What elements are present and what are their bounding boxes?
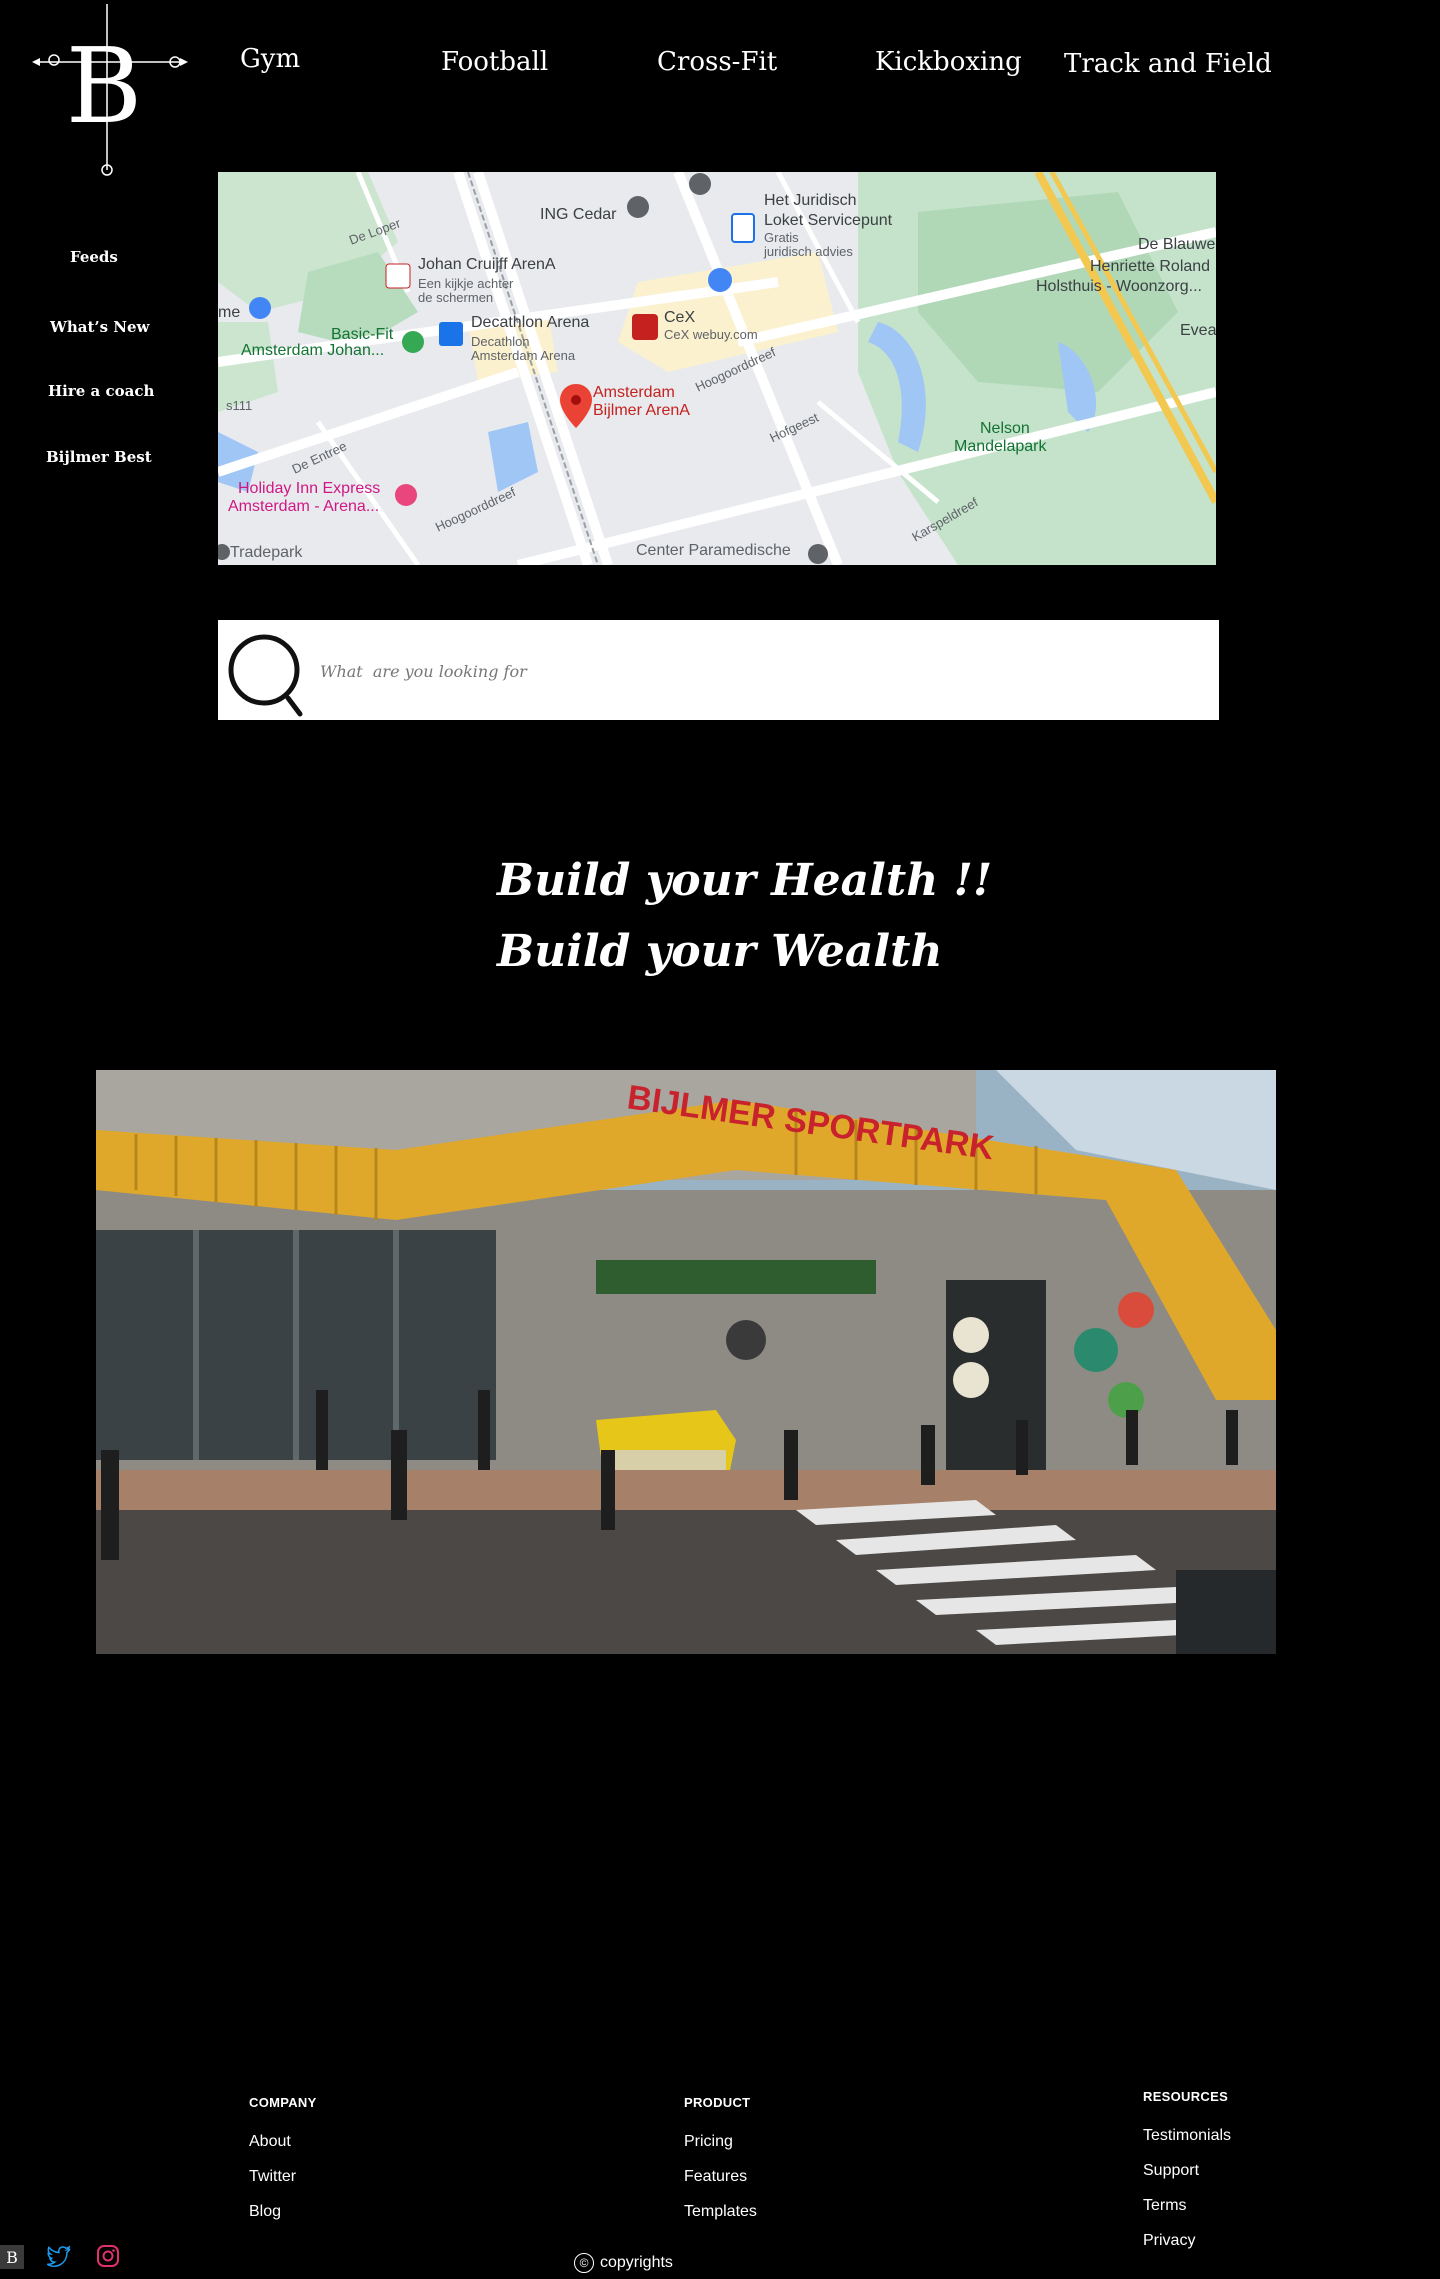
map-label: Tradepark xyxy=(230,544,303,561)
footer-link-testimonials[interactable]: Testimonials xyxy=(1143,2127,1231,2145)
footer-heading-product: PRODUCT xyxy=(684,2095,751,2110)
map-label: Holiday Inn Express xyxy=(238,480,381,497)
footer-link-pricing[interactable]: Pricing xyxy=(684,2133,733,2151)
brand-logo[interactable]: B xyxy=(32,0,188,185)
sidebar-item-hire-a-coach[interactable]: Hire a coach xyxy=(48,382,154,400)
map-label: Loket Servicepunt xyxy=(764,212,893,229)
instagram-icon[interactable] xyxy=(96,2244,120,2272)
footer-link-twitter[interactable]: Twitter xyxy=(249,2168,296,2186)
map-label: Decathlon xyxy=(471,334,530,349)
map-label: Evea xyxy=(1180,322,1216,339)
search-input[interactable] xyxy=(318,650,1182,692)
map-label: Het Juridisch xyxy=(764,192,857,209)
search-icon[interactable] xyxy=(228,624,308,718)
footer-link-blog[interactable]: Blog xyxy=(249,2203,281,2221)
brand-icon[interactable]: B xyxy=(0,2245,24,2269)
hero-headline-line1: Build your Health !! xyxy=(497,855,993,906)
map-label: Een kijkje achter xyxy=(418,276,514,291)
nav-gym[interactable]: Gym xyxy=(240,44,300,74)
map-label: Amsterdam - Arena... xyxy=(228,498,380,515)
map-label: Mandelapark xyxy=(954,438,1047,455)
footer-link-privacy[interactable]: Privacy xyxy=(1143,2232,1195,2250)
map-label: ING Cedar xyxy=(540,206,617,223)
map-label: s111 xyxy=(226,398,253,413)
map-label: Amsterdam Johan... xyxy=(241,342,385,359)
nav-track-and-field[interactable]: Track and Field xyxy=(1064,49,1272,79)
sportpark-photo: BIJLMER SPORTPARK xyxy=(96,1070,1276,1654)
nav-kickboxing[interactable]: Kickboxing xyxy=(875,47,1022,77)
footer-heading-company: COMPANY xyxy=(249,2095,317,2110)
footer-link-templates[interactable]: Templates xyxy=(684,2203,757,2221)
map-label: de schermen xyxy=(418,290,494,305)
footer-link-terms[interactable]: Terms xyxy=(1143,2197,1187,2215)
copyright-text: copyrights xyxy=(600,2254,673,2271)
search-bar[interactable] xyxy=(218,620,1219,720)
map-label: Amsterdam Arena xyxy=(471,348,576,363)
map-label: Amsterdam xyxy=(593,384,675,401)
sidebar-item-bijlmer-best[interactable]: Bijlmer Best xyxy=(46,448,152,466)
map-label: Holsthuis - Woonzorg... xyxy=(1036,278,1202,295)
sidebar-item-feeds[interactable]: Feeds xyxy=(70,248,118,266)
map-label: De Blauwe xyxy=(1138,236,1216,253)
logo-letter: B xyxy=(66,25,142,147)
footer-link-features[interactable]: Features xyxy=(684,2168,747,2186)
hero-headline-line2: Build your Wealth xyxy=(497,926,943,977)
map-label: me xyxy=(218,304,241,321)
copyright-icon: © xyxy=(574,2253,594,2273)
map-label: Bijlmer ArenA xyxy=(593,402,690,419)
footer-heading-resources: RESOURCES xyxy=(1143,2089,1229,2104)
copyright: © copyrights xyxy=(574,2253,673,2273)
location-map[interactable]: ING Cedar Het Juridisch Loket Servicepun… xyxy=(218,172,1216,565)
map-label: Gratis xyxy=(764,230,799,245)
twitter-icon[interactable] xyxy=(46,2245,72,2273)
map-label: Johan Cruijff ArenA xyxy=(418,256,556,273)
svg-text:B: B xyxy=(6,2248,18,2267)
map-label: CeX webuy.com xyxy=(664,327,758,342)
map-label: CeX xyxy=(664,309,696,326)
nav-football[interactable]: Football xyxy=(441,47,548,77)
footer-link-about[interactable]: About xyxy=(249,2133,291,2151)
nav-crossfit[interactable]: Cross-Fit xyxy=(657,47,777,77)
sidebar-item-whats-new[interactable]: What’s New xyxy=(50,318,149,336)
map-label: juridisch advies xyxy=(764,244,853,259)
map-label: Henriette Roland xyxy=(1090,258,1211,275)
footer-link-support[interactable]: Support xyxy=(1143,2162,1199,2180)
map-label: Center Paramedische xyxy=(636,542,791,559)
map-label: Decathlon Arena xyxy=(471,314,590,331)
map-label: Nelson xyxy=(980,420,1030,437)
